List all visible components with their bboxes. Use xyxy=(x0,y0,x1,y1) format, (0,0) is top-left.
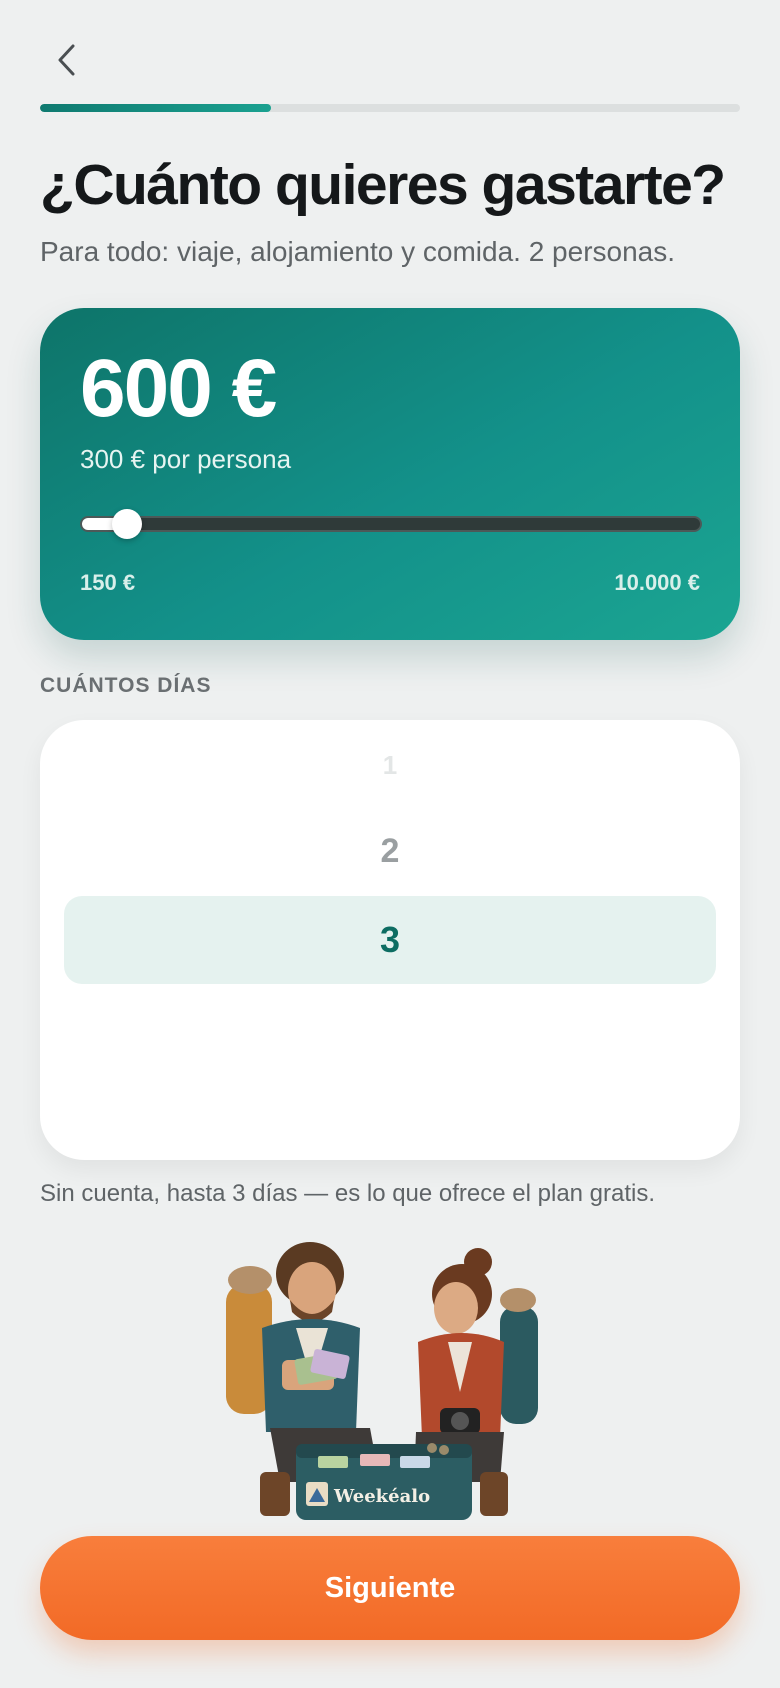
travelers-illustration: Weekéalo xyxy=(226,1242,538,1520)
budget-amount: 600 € xyxy=(80,343,277,434)
suitcase-brand-text: Weekéalo xyxy=(333,1486,430,1507)
progress-fill xyxy=(40,104,271,112)
page-subtitle: Para todo: viaje, alojamiento y comida. … xyxy=(40,236,676,267)
budget-min-label: 150 € xyxy=(80,570,136,595)
next-button[interactable]: Siguiente xyxy=(40,1536,740,1640)
plan-note: Sin cuenta, hasta 3 días — es lo que ofr… xyxy=(40,1180,656,1207)
budget-per-person: 300 € por persona xyxy=(80,444,292,474)
day-option-2[interactable]: 2 xyxy=(40,832,740,871)
progress-bar xyxy=(40,104,740,112)
budget-card: 600 € 300 € por persona 150 € 10.000 € xyxy=(40,308,740,640)
budget-max-label: 10.000 € xyxy=(614,570,700,595)
budget-slider-thumb[interactable] xyxy=(112,509,143,539)
chevron-left-icon xyxy=(58,44,75,76)
page-title: ¿Cuánto quieres gastarte? xyxy=(40,153,726,217)
day-option-1[interactable]: 1 xyxy=(40,750,740,781)
day-option-selected[interactable]: 3 xyxy=(64,896,716,984)
days-section-label: CUÁNTOS DÍAS xyxy=(40,674,212,697)
back-button[interactable] xyxy=(44,38,88,82)
suitcase: Weekéalo xyxy=(296,1443,472,1520)
days-picker[interactable]: 1 2 3 xyxy=(40,720,740,1160)
budget-slider[interactable] xyxy=(80,509,702,539)
